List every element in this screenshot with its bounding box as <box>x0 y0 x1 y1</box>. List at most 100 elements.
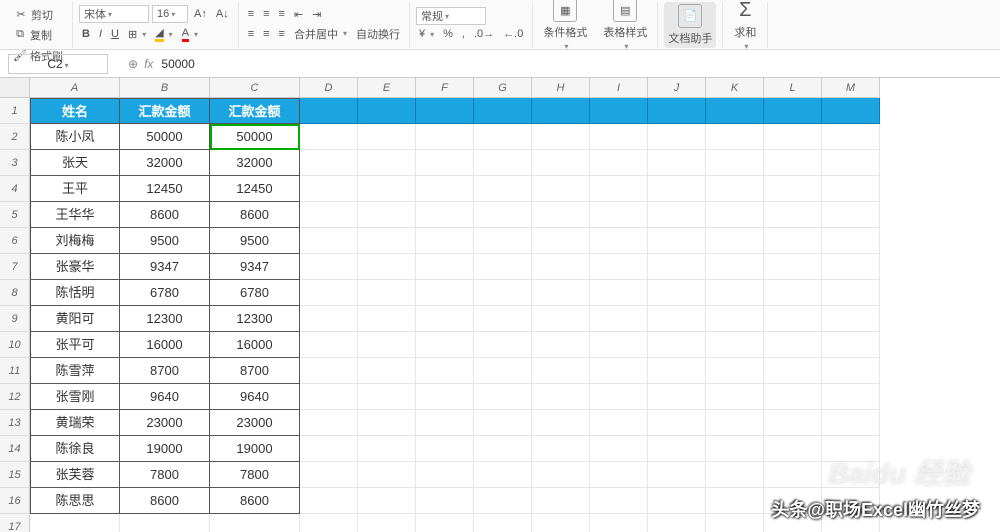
align-center-button[interactable]: ≡ <box>260 26 272 42</box>
row-header[interactable]: 1 <box>0 98 30 124</box>
cell[interactable]: 9640 <box>210 384 300 410</box>
cell[interactable]: 16000 <box>120 332 210 358</box>
cell[interactable]: 50000 <box>120 124 210 150</box>
row-header[interactable]: 16 <box>0 488 30 514</box>
cell[interactable]: 8600 <box>120 202 210 228</box>
cell[interactable]: 8700 <box>210 358 300 384</box>
merge-button[interactable]: 合并居中 <box>291 24 350 44</box>
align-top-button[interactable]: ≡ <box>245 6 257 22</box>
align-bottom-button[interactable]: ≡ <box>276 6 288 22</box>
col-header-D[interactable]: D <box>300 78 358 98</box>
row-header[interactable]: 11 <box>0 358 30 384</box>
col-header-M[interactable]: M <box>822 78 880 98</box>
cell[interactable]: 黄瑞荣 <box>30 410 120 436</box>
cell[interactable]: 8700 <box>120 358 210 384</box>
cell[interactable]: 6780 <box>210 280 300 306</box>
header-cell[interactable]: 姓名 <box>30 98 120 124</box>
row-header[interactable]: 2 <box>0 124 30 150</box>
table-style-button[interactable]: ▤表格样式 <box>599 0 651 53</box>
cell[interactable]: 张雪刚 <box>30 384 120 410</box>
col-header-A[interactable]: A <box>30 78 120 98</box>
row-header[interactable]: 6 <box>0 228 30 254</box>
cell[interactable]: 12450 <box>120 176 210 202</box>
cell[interactable]: 9640 <box>120 384 210 410</box>
cell[interactable]: 9500 <box>210 228 300 254</box>
cell[interactable]: 6780 <box>120 280 210 306</box>
cell[interactable]: 张平可 <box>30 332 120 358</box>
align-left-button[interactable]: ≡ <box>245 26 257 42</box>
col-header-J[interactable]: J <box>648 78 706 98</box>
row-header[interactable]: 3 <box>0 150 30 176</box>
insert-function-icon[interactable]: ⊕ <box>128 57 138 71</box>
row-header[interactable]: 10 <box>0 332 30 358</box>
cell[interactable]: 32000 <box>210 150 300 176</box>
row-header[interactable]: 14 <box>0 436 30 462</box>
row-header[interactable]: 13 <box>0 410 30 436</box>
cell[interactable]: 12450 <box>210 176 300 202</box>
indent-decrease-button[interactable]: ⇤ <box>291 6 306 23</box>
row-header[interactable]: 17 <box>0 514 30 532</box>
border-button[interactable]: ⊞ <box>125 26 149 43</box>
cell[interactable]: 19000 <box>210 436 300 462</box>
formula-value[interactable]: 50000 <box>161 57 194 71</box>
col-header-H[interactable]: H <box>532 78 590 98</box>
cell[interactable]: 8600 <box>210 202 300 228</box>
cell[interactable]: 9347 <box>210 254 300 280</box>
number-format-select[interactable]: 常规 <box>416 7 486 25</box>
cell[interactable]: 王平 <box>30 176 120 202</box>
cell[interactable]: 16000 <box>210 332 300 358</box>
italic-button[interactable]: I <box>96 26 105 42</box>
cell[interactable]: 32000 <box>120 150 210 176</box>
col-header-B[interactable]: B <box>120 78 210 98</box>
align-right-button[interactable]: ≡ <box>276 26 288 42</box>
row-header[interactable]: 4 <box>0 176 30 202</box>
underline-button[interactable]: U <box>108 26 122 42</box>
comma-button[interactable]: , <box>459 26 468 42</box>
cell[interactable]: 陈小凤 <box>30 124 120 150</box>
percent-button[interactable]: % <box>440 26 456 42</box>
copy-button[interactable]: ⧉复制 <box>10 25 66 45</box>
header-cell[interactable]: 汇款金额 <box>210 98 300 124</box>
select-all-corner[interactable] <box>0 78 30 98</box>
name-box[interactable]: C2 <box>8 54 108 74</box>
currency-button[interactable]: ¥ <box>416 26 437 42</box>
cell[interactable]: 7800 <box>210 462 300 488</box>
cell[interactable]: 12300 <box>120 306 210 332</box>
decrease-font-button[interactable]: A↓ <box>213 6 232 22</box>
col-header-E[interactable]: E <box>358 78 416 98</box>
cell[interactable]: 张天 <box>30 150 120 176</box>
wrap-button[interactable]: 自动换行 <box>353 24 403 44</box>
row-header[interactable]: 12 <box>0 384 30 410</box>
cell[interactable]: 张豪华 <box>30 254 120 280</box>
conditional-format-button[interactable]: ▦条件格式 <box>539 0 591 53</box>
cell[interactable]: 黄阳可 <box>30 306 120 332</box>
increase-font-button[interactable]: A↑ <box>191 6 210 22</box>
doc-assist-button[interactable]: 📄文档助手 <box>664 2 716 48</box>
row-header[interactable]: 5 <box>0 202 30 228</box>
cell[interactable]: 50000 <box>210 124 300 150</box>
font-size-select[interactable]: 16 <box>152 5 188 23</box>
font-name-select[interactable]: 宋体 <box>79 5 149 23</box>
cut-button[interactable]: ✂剪切 <box>11 5 56 25</box>
cell[interactable]: 8600 <box>210 488 300 514</box>
paste-button[interactable]: 📋粘贴 <box>11 0 65 4</box>
col-header-C[interactable]: C <box>210 78 300 98</box>
sum-button[interactable]: Σ求和 <box>729 0 761 53</box>
col-header-K[interactable]: K <box>706 78 764 98</box>
cell[interactable]: 陈雪萍 <box>30 358 120 384</box>
row-header[interactable]: 15 <box>0 462 30 488</box>
indent-increase-button[interactable]: ⇥ <box>309 6 324 23</box>
increase-decimal-button[interactable]: .0→ <box>471 26 497 42</box>
cell[interactable]: 7800 <box>120 462 210 488</box>
font-color-button[interactable]: A <box>179 25 201 44</box>
col-header-I[interactable]: I <box>590 78 648 98</box>
cell[interactable]: 陈思思 <box>30 488 120 514</box>
col-header-L[interactable]: L <box>764 78 822 98</box>
cell[interactable]: 23000 <box>210 410 300 436</box>
fill-color-button[interactable]: ◢ <box>152 24 175 44</box>
header-cell[interactable]: 汇款金额 <box>120 98 210 124</box>
row-header[interactable]: 9 <box>0 306 30 332</box>
align-middle-button[interactable]: ≡ <box>260 6 272 22</box>
row-header[interactable]: 8 <box>0 280 30 306</box>
cell[interactable]: 陈恬明 <box>30 280 120 306</box>
